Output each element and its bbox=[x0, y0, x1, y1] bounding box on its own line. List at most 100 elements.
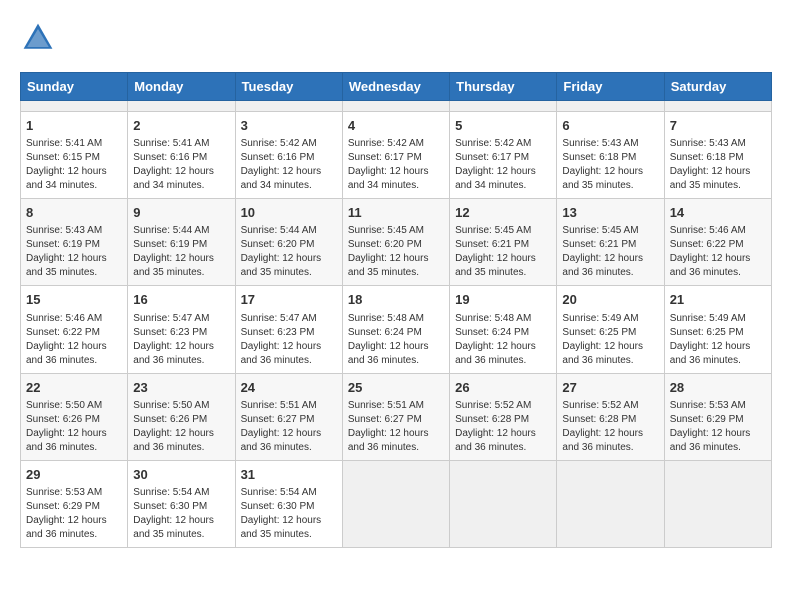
day-header-monday: Monday bbox=[128, 73, 235, 101]
day-info: Sunrise: 5:50 AMSunset: 6:26 PMDaylight:… bbox=[26, 399, 122, 455]
calendar-cell bbox=[557, 460, 664, 547]
day-info: Sunrise: 5:46 AMSunset: 6:22 PMDaylight:… bbox=[670, 224, 766, 280]
calendar-cell: 8 Sunrise: 5:43 AMSunset: 6:19 PMDaylight… bbox=[21, 199, 128, 286]
calendar-cell bbox=[342, 460, 449, 547]
day-info: Sunrise: 5:54 AMSunset: 6:30 PMDaylight:… bbox=[133, 486, 229, 542]
day-header-sunday: Sunday bbox=[21, 73, 128, 101]
calendar-cell bbox=[128, 101, 235, 112]
day-number: 9 bbox=[133, 204, 229, 222]
day-number: 3 bbox=[241, 117, 337, 135]
day-info: Sunrise: 5:48 AMSunset: 6:24 PMDaylight:… bbox=[348, 312, 444, 368]
day-number: 17 bbox=[241, 291, 337, 309]
week-row-1: 1 Sunrise: 5:41 AMSunset: 6:15 PMDaylight… bbox=[21, 112, 772, 199]
day-info: Sunrise: 5:47 AMSunset: 6:23 PMDaylight:… bbox=[133, 312, 229, 368]
day-number: 10 bbox=[241, 204, 337, 222]
day-info: Sunrise: 5:43 AMSunset: 6:19 PMDaylight:… bbox=[26, 224, 122, 280]
calendar-cell: 18 Sunrise: 5:48 AMSunset: 6:24 PMDayligh… bbox=[342, 286, 449, 373]
day-info: Sunrise: 5:43 AMSunset: 6:18 PMDaylight:… bbox=[670, 137, 766, 193]
calendar-cell: 31 Sunrise: 5:54 AMSunset: 6:30 PMDayligh… bbox=[235, 460, 342, 547]
day-number: 13 bbox=[562, 204, 658, 222]
day-info: Sunrise: 5:52 AMSunset: 6:28 PMDaylight:… bbox=[562, 399, 658, 455]
week-row-2: 8 Sunrise: 5:43 AMSunset: 6:19 PMDaylight… bbox=[21, 199, 772, 286]
day-header-wednesday: Wednesday bbox=[342, 73, 449, 101]
day-info: Sunrise: 5:52 AMSunset: 6:28 PMDaylight:… bbox=[455, 399, 551, 455]
day-number: 11 bbox=[348, 204, 444, 222]
day-number: 21 bbox=[670, 291, 766, 309]
calendar-cell: 5 Sunrise: 5:42 AMSunset: 6:17 PMDaylight… bbox=[450, 112, 557, 199]
calendar-cell: 24Sunrise: 5:51 AMSunset: 6:27 PMDayligh… bbox=[235, 373, 342, 460]
calendar-cell: 26Sunrise: 5:52 AMSunset: 6:28 PMDayligh… bbox=[450, 373, 557, 460]
day-info: Sunrise: 5:41 AMSunset: 6:15 PMDaylight:… bbox=[26, 137, 122, 193]
day-number: 14 bbox=[670, 204, 766, 222]
calendar-cell: 30 Sunrise: 5:54 AMSunset: 6:30 PMDayligh… bbox=[128, 460, 235, 547]
day-number: 7 bbox=[670, 117, 766, 135]
week-row-4: 22 Sunrise: 5:50 AMSunset: 6:26 PMDayligh… bbox=[21, 373, 772, 460]
calendar-cell: 12Sunrise: 5:45 AMSunset: 6:21 PMDayligh… bbox=[450, 199, 557, 286]
calendar-cell: 20Sunrise: 5:49 AMSunset: 6:25 PMDayligh… bbox=[557, 286, 664, 373]
calendar: SundayMondayTuesdayWednesdayThursdayFrid… bbox=[20, 72, 772, 548]
day-number: 28 bbox=[670, 379, 766, 397]
week-row-3: 15Sunrise: 5:46 AMSunset: 6:22 PMDayligh… bbox=[21, 286, 772, 373]
calendar-cell: 27 Sunrise: 5:52 AMSunset: 6:28 PMDayligh… bbox=[557, 373, 664, 460]
week-row-0 bbox=[21, 101, 772, 112]
day-number: 1 bbox=[26, 117, 122, 135]
day-info: Sunrise: 5:44 AMSunset: 6:20 PMDaylight:… bbox=[241, 224, 337, 280]
calendar-cell: 29 Sunrise: 5:53 AMSunset: 6:29 PMDayligh… bbox=[21, 460, 128, 547]
calendar-cell: 28 Sunrise: 5:53 AMSunset: 6:29 PMDayligh… bbox=[664, 373, 771, 460]
calendar-cell: 11 Sunrise: 5:45 AMSunset: 6:20 PMDayligh… bbox=[342, 199, 449, 286]
day-number: 29 bbox=[26, 466, 122, 484]
calendar-cell bbox=[664, 101, 771, 112]
day-header-saturday: Saturday bbox=[664, 73, 771, 101]
day-info: Sunrise: 5:45 AMSunset: 6:20 PMDaylight:… bbox=[348, 224, 444, 280]
day-number: 2 bbox=[133, 117, 229, 135]
day-info: Sunrise: 5:41 AMSunset: 6:16 PMDaylight:… bbox=[133, 137, 229, 193]
day-info: Sunrise: 5:50 AMSunset: 6:26 PMDaylight:… bbox=[133, 399, 229, 455]
day-number: 6 bbox=[562, 117, 658, 135]
calendar-cell bbox=[450, 460, 557, 547]
calendar-cell: 6 Sunrise: 5:43 AMSunset: 6:18 PMDaylight… bbox=[557, 112, 664, 199]
calendar-cell: 7 Sunrise: 5:43 AMSunset: 6:18 PMDaylight… bbox=[664, 112, 771, 199]
day-number: 23 bbox=[133, 379, 229, 397]
day-number: 8 bbox=[26, 204, 122, 222]
day-info: Sunrise: 5:45 AMSunset: 6:21 PMDaylight:… bbox=[455, 224, 551, 280]
day-info: Sunrise: 5:45 AMSunset: 6:21 PMDaylight:… bbox=[562, 224, 658, 280]
day-info: Sunrise: 5:53 AMSunset: 6:29 PMDaylight:… bbox=[670, 399, 766, 455]
day-info: Sunrise: 5:47 AMSunset: 6:23 PMDaylight:… bbox=[241, 312, 337, 368]
day-number: 4 bbox=[348, 117, 444, 135]
calendar-cell: 1 Sunrise: 5:41 AMSunset: 6:15 PMDaylight… bbox=[21, 112, 128, 199]
day-number: 27 bbox=[562, 379, 658, 397]
day-number: 5 bbox=[455, 117, 551, 135]
calendar-cell: 23 Sunrise: 5:50 AMSunset: 6:26 PMDayligh… bbox=[128, 373, 235, 460]
day-info: Sunrise: 5:53 AMSunset: 6:29 PMDaylight:… bbox=[26, 486, 122, 542]
calendar-cell: 2 Sunrise: 5:41 AMSunset: 6:16 PMDaylight… bbox=[128, 112, 235, 199]
calendar-cell bbox=[21, 101, 128, 112]
calendar-cell: 14 Sunrise: 5:46 AMSunset: 6:22 PMDayligh… bbox=[664, 199, 771, 286]
calendar-cell bbox=[664, 460, 771, 547]
day-info: Sunrise: 5:49 AMSunset: 6:25 PMDaylight:… bbox=[670, 312, 766, 368]
calendar-cell: 21 Sunrise: 5:49 AMSunset: 6:25 PMDayligh… bbox=[664, 286, 771, 373]
day-info: Sunrise: 5:42 AMSunset: 6:17 PMDaylight:… bbox=[455, 137, 551, 193]
day-number: 18 bbox=[348, 291, 444, 309]
calendar-cell bbox=[450, 101, 557, 112]
day-info: Sunrise: 5:51 AMSunset: 6:27 PMDaylight:… bbox=[241, 399, 337, 455]
calendar-cell: 10 Sunrise: 5:44 AMSunset: 6:20 PMDayligh… bbox=[235, 199, 342, 286]
day-number: 20 bbox=[562, 291, 658, 309]
week-row-5: 29 Sunrise: 5:53 AMSunset: 6:29 PMDayligh… bbox=[21, 460, 772, 547]
day-info: Sunrise: 5:42 AMSunset: 6:16 PMDaylight:… bbox=[241, 137, 337, 193]
calendar-cell: 19Sunrise: 5:48 AMSunset: 6:24 PMDayligh… bbox=[450, 286, 557, 373]
day-info: Sunrise: 5:54 AMSunset: 6:30 PMDaylight:… bbox=[241, 486, 337, 542]
day-number: 25 bbox=[348, 379, 444, 397]
day-number: 31 bbox=[241, 466, 337, 484]
day-number: 16 bbox=[133, 291, 229, 309]
day-number: 30 bbox=[133, 466, 229, 484]
logo bbox=[20, 20, 60, 56]
calendar-cell: 25 Sunrise: 5:51 AMSunset: 6:27 PMDayligh… bbox=[342, 373, 449, 460]
calendar-cell bbox=[235, 101, 342, 112]
logo-icon bbox=[20, 20, 56, 56]
day-info: Sunrise: 5:43 AMSunset: 6:18 PMDaylight:… bbox=[562, 137, 658, 193]
day-number: 19 bbox=[455, 291, 551, 309]
day-number: 22 bbox=[26, 379, 122, 397]
day-info: Sunrise: 5:42 AMSunset: 6:17 PMDaylight:… bbox=[348, 137, 444, 193]
day-info: Sunrise: 5:51 AMSunset: 6:27 PMDaylight:… bbox=[348, 399, 444, 455]
calendar-cell: 17 Sunrise: 5:47 AMSunset: 6:23 PMDayligh… bbox=[235, 286, 342, 373]
